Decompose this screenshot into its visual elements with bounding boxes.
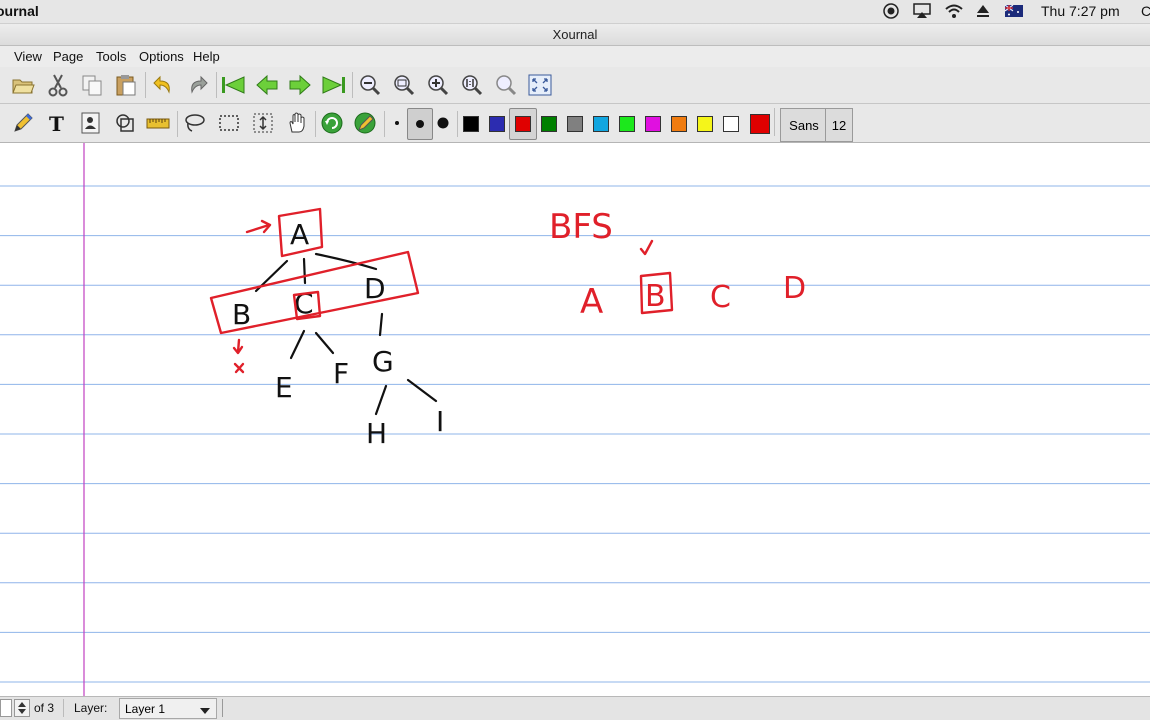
color-blue-swatch[interactable] [489, 116, 505, 132]
toolbar-separator [216, 72, 217, 98]
color-yellow-swatch[interactable] [697, 116, 713, 132]
window-title: Xournal [552, 27, 598, 42]
color-white-swatch[interactable] [723, 116, 739, 132]
color-light-green-swatch[interactable] [619, 116, 635, 132]
default-tool-icon[interactable] [318, 109, 346, 137]
status-bar: of 3 Layer: Layer 1 [0, 696, 1150, 720]
tree-node-i: I [436, 405, 444, 438]
layer-select-value: Layer 1 [125, 702, 166, 716]
menu-view[interactable]: View [14, 49, 42, 64]
first-page-icon[interactable] [219, 71, 247, 99]
menu-page[interactable]: Page [53, 49, 83, 64]
tree-nodes: A B C D E F G H I [232, 218, 444, 450]
vertical-space-icon[interactable] [249, 109, 277, 137]
menu-help[interactable]: Help [193, 49, 220, 64]
flag-icon[interactable] [1004, 2, 1024, 20]
copy-icon[interactable] [78, 71, 106, 99]
thickness-thick-icon[interactable] [429, 109, 457, 137]
toolbar-separator [315, 111, 316, 137]
hand-icon[interactable] [283, 109, 311, 137]
tick-mark [639, 239, 654, 256]
pen-icon[interactable] [9, 109, 37, 137]
status-separator [222, 699, 223, 717]
cut-icon[interactable] [44, 71, 72, 99]
rect-select-icon[interactable] [215, 109, 243, 137]
zoom-fit-icon[interactable] [390, 71, 418, 99]
queue-item-c: C [710, 280, 731, 315]
color-magenta-swatch[interactable] [645, 116, 661, 132]
ruler-icon[interactable] [144, 109, 172, 137]
status-separator [63, 699, 64, 717]
chevron-down-icon [200, 704, 210, 718]
zoom-set-icon[interactable] [492, 71, 520, 99]
page-canvas: A B C D E F G H I BFS A B C D [0, 143, 1150, 696]
font-name-button[interactable]: Sans [780, 108, 828, 142]
image-icon[interactable] [77, 109, 105, 137]
menu-bar: View Page Tools Options Help [0, 46, 1150, 68]
layer-select[interactable]: Layer 1 [119, 698, 217, 719]
page-stepper-icon[interactable] [14, 699, 30, 717]
cross-mark [233, 362, 245, 374]
window-title-bar: Xournal [0, 24, 1150, 46]
queue-item-a: A [580, 282, 603, 322]
record-icon[interactable] [881, 2, 901, 20]
toolbar-separator [352, 72, 353, 98]
menu-tools[interactable]: Tools [96, 49, 126, 64]
tree-node-g: G [372, 345, 394, 378]
current-color-button[interactable] [750, 114, 770, 134]
system-menu-bar: ournal Thu 7:27 pm C [0, 0, 1150, 24]
fullscreen-icon[interactable] [526, 71, 554, 99]
font-size-button[interactable]: 12 [825, 108, 853, 142]
next-page-icon[interactable] [286, 71, 314, 99]
toolbar-separator [177, 111, 178, 137]
bfs-heading: BFS [549, 207, 613, 247]
default-pen-icon[interactable] [351, 109, 379, 137]
airplay-icon[interactable] [912, 2, 932, 20]
toolbar-separator [145, 72, 146, 98]
color-green-swatch[interactable] [541, 116, 557, 132]
color-black-swatch[interactable] [463, 116, 479, 132]
tree-node-e: E [275, 371, 293, 404]
queue-item-d: D [783, 271, 806, 306]
zoom-in-icon[interactable] [424, 71, 452, 99]
tree-node-h: H [366, 417, 387, 450]
edge-control[interactable]: C [1141, 3, 1150, 19]
svg-text:T: T [49, 112, 64, 135]
zoom-100-icon[interactable] [458, 71, 486, 99]
open-icon[interactable] [9, 71, 37, 99]
ruled-lines [0, 185, 1150, 683]
tree-node-f: F [333, 357, 349, 390]
color-gray-swatch[interactable] [567, 116, 583, 132]
app-name[interactable]: ournal [0, 3, 39, 19]
paste-icon[interactable] [112, 71, 140, 99]
tree-node-b: B [232, 298, 251, 331]
layer-label: Layer: [74, 701, 108, 715]
tree-node-a: A [290, 218, 309, 251]
color-orange-swatch[interactable] [671, 116, 687, 132]
color-red-swatch[interactable] [515, 116, 531, 132]
page-count-label: of 3 [34, 701, 55, 715]
toolbar-separator [457, 111, 458, 137]
menu-options[interactable]: Options [139, 49, 184, 64]
wifi-icon[interactable] [944, 2, 964, 20]
text-icon[interactable]: T [43, 109, 71, 137]
page-number-field[interactable] [0, 699, 12, 717]
main-toolbar [0, 67, 1150, 104]
undo-icon[interactable] [149, 71, 177, 99]
color-light-blue-swatch[interactable] [593, 116, 609, 132]
lasso-icon[interactable] [181, 109, 209, 137]
zoom-out-icon[interactable] [356, 71, 384, 99]
clock[interactable]: Thu 7:27 pm [1041, 3, 1120, 19]
last-page-icon[interactable] [320, 71, 348, 99]
notebook-page[interactable]: A B C D E F G H I BFS A B C D [0, 143, 1150, 696]
queue-item-b: B [645, 279, 666, 314]
toolbar-separator [774, 108, 775, 136]
eject-icon[interactable] [973, 2, 993, 20]
shape-recognizer-icon[interactable] [111, 109, 139, 137]
previous-page-icon[interactable] [253, 71, 281, 99]
redo-icon[interactable] [184, 71, 212, 99]
bfs-text: BFS A B C D [549, 207, 806, 322]
